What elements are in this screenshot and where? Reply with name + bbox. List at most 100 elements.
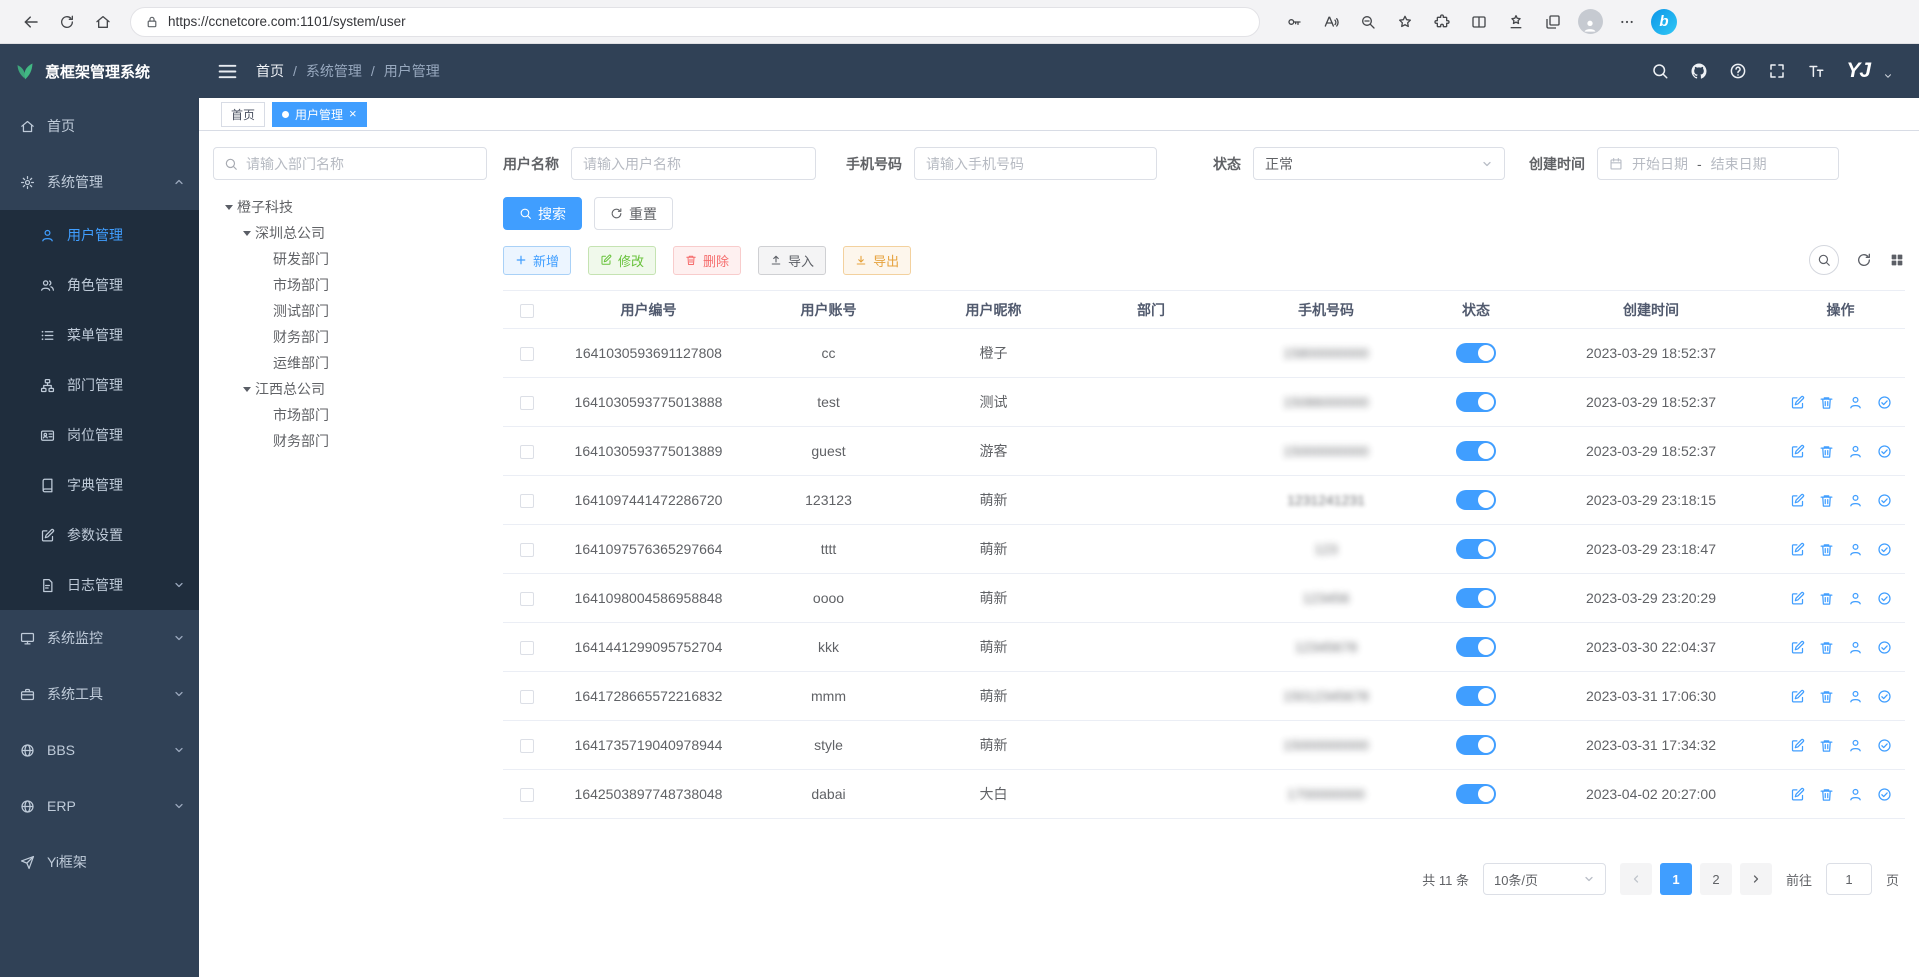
goto-page-input[interactable]: [1826, 863, 1872, 895]
assign-role-icon[interactable]: [1877, 493, 1892, 508]
page-button-2[interactable]: 2: [1700, 863, 1732, 895]
sidebar-item-system[interactable]: 系统管理: [0, 154, 199, 210]
sidebar-item-yi-framework[interactable]: Yi框架: [0, 834, 199, 890]
browser-refresh-button[interactable]: [50, 5, 84, 39]
tree-node[interactable]: 江西总公司: [213, 376, 487, 402]
tree-node[interactable]: 研发部门: [213, 246, 487, 272]
delete-user-icon[interactable]: [1819, 738, 1834, 753]
row-checkbox[interactable]: [520, 543, 534, 557]
select-all-checkbox[interactable]: [520, 304, 534, 318]
reset-password-icon[interactable]: [1848, 395, 1863, 410]
edit-user-icon[interactable]: [1790, 787, 1805, 802]
add-button[interactable]: 新增: [503, 246, 571, 275]
edit-user-icon[interactable]: [1790, 738, 1805, 753]
read-aloud-icon[interactable]: [1315, 6, 1347, 38]
delete-user-icon[interactable]: [1819, 444, 1834, 459]
delete-user-icon[interactable]: [1819, 640, 1834, 655]
status-toggle[interactable]: [1456, 735, 1496, 755]
status-toggle[interactable]: [1456, 343, 1496, 363]
table-row[interactable]: 1641097441472286720 123123 萌新 1231241231…: [503, 476, 1905, 525]
tree-node[interactable]: 市场部门: [213, 402, 487, 428]
sidebar-item-log-mgmt[interactable]: 日志管理: [0, 560, 199, 610]
browser-menu-icon[interactable]: [1611, 6, 1643, 38]
page-button-1[interactable]: 1: [1660, 863, 1692, 895]
breadcrumb-system[interactable]: 系统管理: [306, 61, 362, 81]
status-toggle[interactable]: [1456, 539, 1496, 559]
tree-node[interactable]: 深圳总公司: [213, 220, 487, 246]
search-icon[interactable]: [1651, 62, 1669, 80]
edit-user-icon[interactable]: [1790, 444, 1805, 459]
status-toggle[interactable]: [1456, 490, 1496, 510]
help-icon[interactable]: [1729, 62, 1747, 80]
fullscreen-icon[interactable]: [1768, 62, 1786, 80]
modify-button[interactable]: 修改: [588, 246, 656, 275]
delete-user-icon[interactable]: [1819, 395, 1834, 410]
sidebar-item-user-mgmt[interactable]: 用户管理: [0, 210, 199, 260]
reset-password-icon[interactable]: [1848, 542, 1863, 557]
delete-user-icon[interactable]: [1819, 689, 1834, 704]
table-row[interactable]: 1642503897748738048 dabai 大白 1700000000 …: [503, 770, 1905, 819]
extensions-icon[interactable]: [1426, 6, 1458, 38]
favorites-icon[interactable]: [1500, 6, 1532, 38]
row-checkbox[interactable]: [520, 445, 534, 459]
row-checkbox[interactable]: [520, 494, 534, 508]
assign-role-icon[interactable]: [1877, 542, 1892, 557]
user-logo[interactable]: YJ: [1846, 59, 1870, 83]
tree-node[interactable]: 财务部门: [213, 428, 487, 454]
sidebar-item-erp[interactable]: ERP: [0, 778, 199, 834]
status-toggle[interactable]: [1456, 686, 1496, 706]
reset-password-icon[interactable]: [1848, 689, 1863, 704]
reset-password-icon[interactable]: [1848, 738, 1863, 753]
sidebar-item-post-mgmt[interactable]: 岗位管理: [0, 410, 199, 460]
delete-button[interactable]: 删除: [673, 246, 741, 275]
edit-user-icon[interactable]: [1790, 689, 1805, 704]
breadcrumb-home[interactable]: 首页: [256, 61, 284, 81]
delete-user-icon[interactable]: [1819, 542, 1834, 557]
status-toggle[interactable]: [1456, 441, 1496, 461]
username-input[interactable]: [583, 156, 804, 172]
dept-search-input[interactable]: [246, 156, 476, 172]
reset-password-icon[interactable]: [1848, 640, 1863, 655]
reset-password-icon[interactable]: [1848, 591, 1863, 606]
status-toggle[interactable]: [1456, 637, 1496, 657]
tab-user-mgmt[interactable]: 用户管理: [272, 102, 367, 127]
refresh-table-button[interactable]: [1856, 251, 1872, 269]
font-size-icon[interactable]: [1807, 62, 1825, 80]
status-toggle[interactable]: [1456, 588, 1496, 608]
edit-user-icon[interactable]: [1790, 640, 1805, 655]
next-page-button[interactable]: [1740, 863, 1772, 895]
tree-node[interactable]: 测试部门: [213, 298, 487, 324]
row-checkbox[interactable]: [520, 690, 534, 704]
browser-home-button[interactable]: [86, 5, 120, 39]
table-row[interactable]: 1641098004586958848 oooo 萌新 123456 2023-…: [503, 574, 1905, 623]
sidebar-item-monitor[interactable]: 系统监控: [0, 610, 199, 666]
status-select[interactable]: 正常: [1253, 147, 1505, 180]
assign-role-icon[interactable]: [1877, 640, 1892, 655]
dept-search-box[interactable]: [213, 147, 487, 180]
edit-user-icon[interactable]: [1790, 542, 1805, 557]
reset-password-icon[interactable]: [1848, 787, 1863, 802]
address-bar[interactable]: https://ccnetcore.com:1101/system/user: [130, 7, 1260, 37]
caret-down-icon[interactable]: [239, 382, 255, 396]
sidebar-item-dept-mgmt[interactable]: 部门管理: [0, 360, 199, 410]
toggle-search-button[interactable]: [1809, 245, 1839, 275]
browser-back-button[interactable]: [14, 5, 48, 39]
password-key-icon[interactable]: [1278, 6, 1310, 38]
reset-password-icon[interactable]: [1848, 493, 1863, 508]
sidebar-item-bbs[interactable]: BBS: [0, 722, 199, 778]
row-checkbox[interactable]: [520, 788, 534, 802]
edit-user-icon[interactable]: [1790, 395, 1805, 410]
phone-input[interactable]: [926, 156, 1145, 172]
table-row[interactable]: 1641441299095752704 kkk 萌新 12345678 2023…: [503, 623, 1905, 672]
status-toggle[interactable]: [1456, 392, 1496, 412]
split-screen-icon[interactable]: [1463, 6, 1495, 38]
table-row[interactable]: 1641030593691127808 cc 橙子 15800000000 20…: [503, 329, 1905, 378]
sidebar-toggle-icon[interactable]: [217, 61, 238, 82]
row-checkbox[interactable]: [520, 641, 534, 655]
tree-node[interactable]: 运维部门: [213, 350, 487, 376]
sidebar-item-dict-mgmt[interactable]: 字典管理: [0, 460, 199, 510]
sidebar-item-param-settings[interactable]: 参数设置: [0, 510, 199, 560]
row-checkbox[interactable]: [520, 396, 534, 410]
delete-user-icon[interactable]: [1819, 787, 1834, 802]
edit-user-icon[interactable]: [1790, 493, 1805, 508]
